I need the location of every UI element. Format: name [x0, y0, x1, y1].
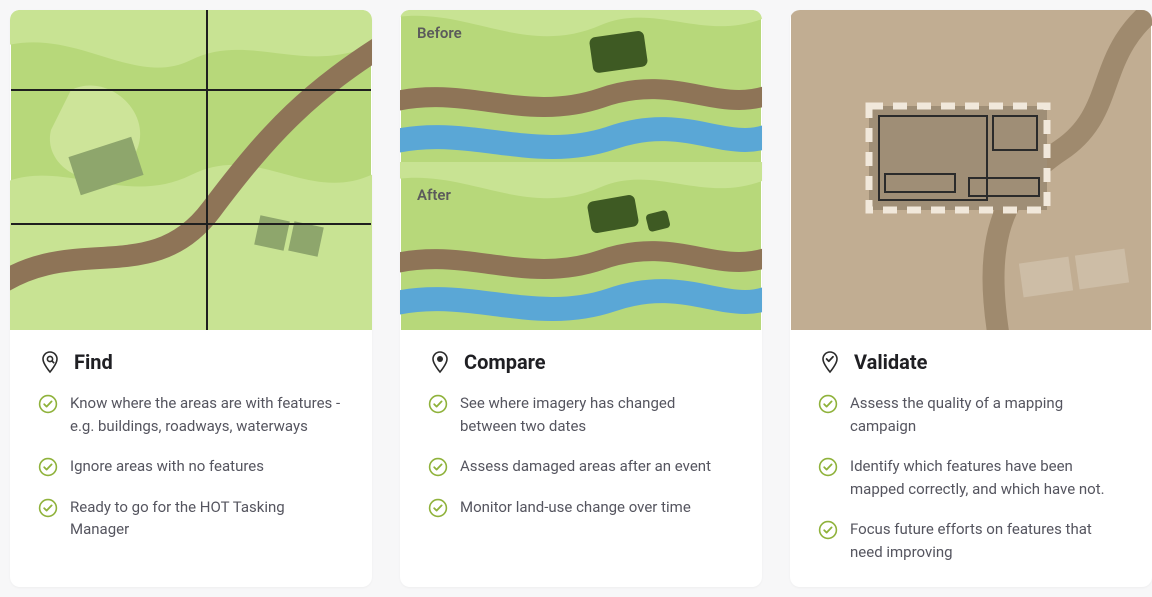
- check-circle-icon: [428, 498, 448, 518]
- validate-illustration: [790, 10, 1152, 330]
- card-validate-title: Validate: [854, 350, 927, 374]
- bullet-item: See where imagery has changed between tw…: [428, 392, 734, 437]
- bullet-text: Identify which features have been mapped…: [850, 455, 1124, 500]
- check-circle-icon: [818, 457, 838, 477]
- card-compare: Before After Compare: [400, 10, 762, 587]
- bullet-text: Ready to go for the HOT Tasking Manager: [70, 496, 344, 541]
- card-compare-title: Compare: [464, 350, 546, 374]
- card-compare-bullets: See where imagery has changed between tw…: [428, 392, 734, 518]
- find-illustration: [10, 10, 372, 330]
- check-circle-icon: [428, 457, 448, 477]
- card-find-title: Find: [74, 350, 113, 374]
- bullet-item: Assess the quality of a mapping campaign: [818, 392, 1124, 437]
- check-circle-icon: [428, 394, 448, 414]
- bullet-item: Ignore areas with no features: [38, 455, 344, 478]
- bullet-text: Monitor land-use change over time: [460, 496, 691, 519]
- bullet-item: Ready to go for the HOT Tasking Manager: [38, 496, 344, 541]
- before-label: Before: [417, 24, 462, 42]
- compare-illustration: Before After: [400, 10, 762, 330]
- feature-cards-row: Find Know where the areas are with featu…: [10, 10, 1152, 587]
- bullet-text: Assess the quality of a mapping campaign: [850, 392, 1124, 437]
- bullet-item: Identify which features have been mapped…: [818, 455, 1124, 500]
- bullet-item: Know where the areas are with features -…: [38, 392, 344, 437]
- check-circle-icon: [38, 498, 58, 518]
- check-circle-icon: [818, 520, 838, 540]
- check-circle-icon: [38, 394, 58, 414]
- card-validate-body: Validate Assess the quality of a mapping…: [790, 330, 1152, 587]
- bullet-item: Focus future efforts on features that ne…: [818, 518, 1124, 563]
- check-circle-icon: [818, 394, 838, 414]
- card-find-body: Find Know where the areas are with featu…: [10, 330, 372, 565]
- check-circle-icon: [38, 457, 58, 477]
- card-find: Find Know where the areas are with featu…: [10, 10, 372, 587]
- bullet-text: See where imagery has changed between tw…: [460, 392, 734, 437]
- card-find-title-row: Find: [38, 350, 344, 374]
- after-label: After: [417, 186, 451, 204]
- bullet-text: Assess damaged areas after an event: [460, 455, 711, 478]
- card-validate-title-row: Validate: [818, 350, 1124, 374]
- card-validate-bullets: Assess the quality of a mapping campaign…: [818, 392, 1124, 563]
- card-validate: Validate Assess the quality of a mapping…: [790, 10, 1152, 587]
- bullet-item: Monitor land-use change over time: [428, 496, 734, 519]
- bullet-text: Know where the areas are with features -…: [70, 392, 344, 437]
- card-compare-body: Compare See where imagery has changed be…: [400, 330, 762, 542]
- find-pin-icon: [38, 350, 62, 374]
- bullet-text: Focus future efforts on features that ne…: [850, 518, 1124, 563]
- bullet-text: Ignore areas with no features: [70, 455, 264, 478]
- card-compare-title-row: Compare: [428, 350, 734, 374]
- compare-pin-icon: [428, 350, 452, 374]
- card-find-bullets: Know where the areas are with features -…: [38, 392, 344, 541]
- validate-pin-icon: [818, 350, 842, 374]
- bullet-item: Assess damaged areas after an event: [428, 455, 734, 478]
